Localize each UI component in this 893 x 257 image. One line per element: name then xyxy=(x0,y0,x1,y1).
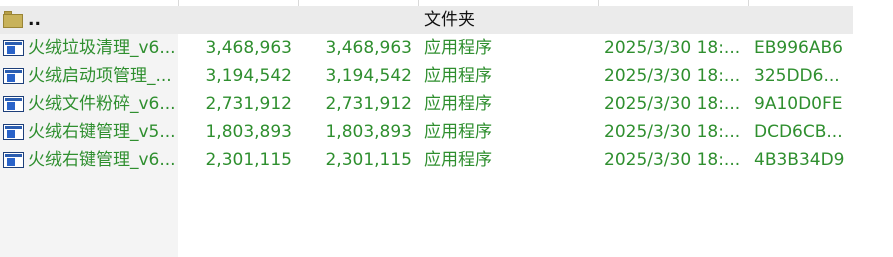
application-icon xyxy=(3,151,25,169)
file-type: 应用程序 xyxy=(424,66,492,86)
file-name: 火绒启动项管理_... xyxy=(28,66,172,86)
application-icon xyxy=(3,95,25,113)
file-crc: EB996AB6 xyxy=(754,38,843,58)
file-crc: 325DD6... xyxy=(754,66,840,86)
file-row[interactable]: 火绒启动项管理_... 3,194,542 3,194,542 应用程序 202… xyxy=(0,62,853,90)
file-packed-size: 3,468,963 xyxy=(325,38,412,58)
file-row[interactable]: 火绒垃圾清理_v6... 3,468,963 3,468,963 应用程序 20… xyxy=(0,34,853,62)
file-modified: 2025/3/30 18:... xyxy=(604,122,741,142)
parent-folder-type: 文件夹 xyxy=(424,10,475,30)
file-name: 火绒右键管理_v6... xyxy=(28,150,176,170)
file-modified: 2025/3/30 18:... xyxy=(604,38,741,58)
file-name: 火绒右键管理_v5... xyxy=(28,122,176,142)
file-packed-size: 2,731,912 xyxy=(325,94,412,114)
file-type: 应用程序 xyxy=(424,38,492,58)
file-modified: 2025/3/30 18:... xyxy=(604,150,741,170)
file-size: 3,194,542 xyxy=(205,66,292,86)
file-packed-size: 3,194,542 xyxy=(325,66,412,86)
file-crc: 4B3B34D9 xyxy=(754,150,845,170)
folder-icon xyxy=(3,11,25,29)
file-size: 3,468,963 xyxy=(205,38,292,58)
file-size: 2,731,912 xyxy=(205,94,292,114)
file-row[interactable]: 火绒右键管理_v6... 2,301,115 2,301,115 应用程序 20… xyxy=(0,146,853,174)
file-type: 应用程序 xyxy=(424,122,492,142)
file-type: 应用程序 xyxy=(424,94,492,114)
file-crc: 9A10D0FE xyxy=(754,94,843,114)
parent-folder-name: .. xyxy=(28,10,41,30)
file-packed-size: 2,301,115 xyxy=(325,150,412,170)
application-icon xyxy=(3,67,25,85)
archive-file-list: .. 文件夹 火绒垃圾清理_v6... 3,468,963 3,468,963 … xyxy=(0,0,893,257)
application-icon xyxy=(3,39,25,57)
file-type: 应用程序 xyxy=(424,150,492,170)
file-name: 火绒垃圾清理_v6... xyxy=(28,38,176,58)
file-size: 2,301,115 xyxy=(205,150,292,170)
parent-folder-row[interactable]: .. 文件夹 xyxy=(0,6,853,34)
file-size: 1,803,893 xyxy=(205,122,292,142)
file-row[interactable]: 火绒文件粉碎_v6... 2,731,912 2,731,912 应用程序 20… xyxy=(0,90,853,118)
application-icon xyxy=(3,123,25,141)
file-packed-size: 1,803,893 xyxy=(325,122,412,142)
file-crc: DCD6CB... xyxy=(754,122,843,142)
file-modified: 2025/3/30 18:... xyxy=(604,94,741,114)
file-modified: 2025/3/30 18:... xyxy=(604,66,741,86)
file-name: 火绒文件粉碎_v6... xyxy=(28,94,176,114)
file-row[interactable]: 火绒右键管理_v5... 1,803,893 1,803,893 应用程序 20… xyxy=(0,118,853,146)
